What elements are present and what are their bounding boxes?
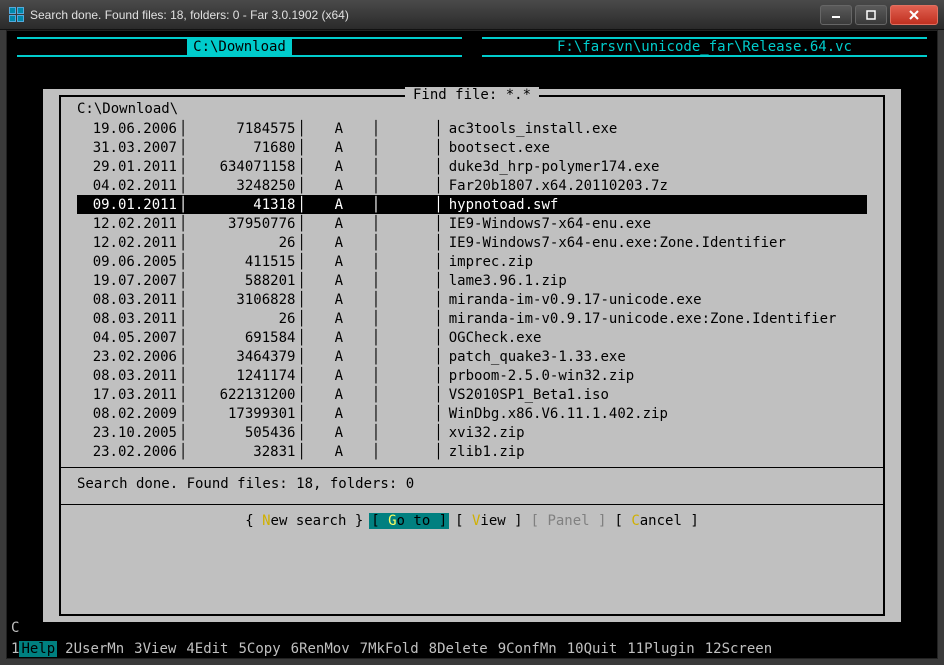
new-search-button[interactable]: { New search } bbox=[243, 513, 365, 529]
app-icon bbox=[8, 7, 24, 23]
keybar-num: 8 bbox=[429, 641, 437, 657]
result-row[interactable]: 12.02.2011│26│A││IE9-Windows7-x64-enu.ex… bbox=[77, 233, 867, 252]
panel-button[interactable]: [ Panel ] bbox=[529, 513, 609, 529]
result-row[interactable]: 09.06.2005│411515│A││imprec.zip bbox=[77, 252, 867, 271]
window-titlebar: Search done. Found files: 18, folders: 0… bbox=[0, 0, 944, 30]
result-row[interactable]: 12.02.2011│37950776│A││IE9-Windows7-x64-… bbox=[77, 214, 867, 233]
result-row[interactable]: 08.03.2011│26│A││miranda-im-v0.9.17-unic… bbox=[77, 309, 867, 328]
keybar-num: 2 bbox=[65, 641, 73, 657]
keybar-label-plugin[interactable]: Plugin bbox=[644, 641, 705, 657]
keybar-label-delete[interactable]: Delete bbox=[437, 641, 498, 657]
separator bbox=[61, 504, 883, 505]
keybar-label-renmov[interactable]: RenMov bbox=[299, 641, 360, 657]
minimize-button[interactable] bbox=[820, 5, 852, 25]
keybar-label-screen[interactable]: Screen bbox=[722, 641, 783, 657]
result-row[interactable]: 08.03.2011│1241174│A││prboom-2.5.0-win32… bbox=[77, 366, 867, 385]
function-key-bar: 1Help 2UserMn3View4Edit5Copy6RenMov7MkFol… bbox=[7, 639, 937, 658]
left-panel-tab[interactable]: C:\Download bbox=[17, 37, 462, 57]
result-row[interactable]: 04.05.2007│691584│A││OGCheck.exe bbox=[77, 328, 867, 347]
result-row[interactable]: 29.01.2011│634071158│A││duke3d_hrp-polym… bbox=[77, 157, 867, 176]
dialog-title: Find file: *.* bbox=[405, 87, 539, 103]
keybar-label-edit[interactable]: Edit bbox=[195, 641, 239, 657]
result-row[interactable]: 19.07.2007│588201│A││lame3.96.1.zip bbox=[77, 271, 867, 290]
search-path: C:\Download\ bbox=[61, 101, 883, 119]
keybar-label-confmn[interactable]: ConfMn bbox=[506, 641, 567, 657]
goto-button[interactable]: [ Go to ] bbox=[369, 513, 449, 529]
separator bbox=[61, 467, 883, 468]
keybar-num: 1 bbox=[11, 641, 19, 657]
result-row[interactable]: 19.06.2006│7184575│A││ac3tools_install.e… bbox=[77, 119, 867, 138]
result-row[interactable]: 04.02.2011│3248250│A││Far20b1807.x64.201… bbox=[77, 176, 867, 195]
result-row[interactable]: 09.01.2011│41318│A││hypnotoad.swf bbox=[77, 195, 867, 214]
left-panel-path: C:\Download bbox=[187, 39, 292, 55]
keybar-num: 5 bbox=[238, 641, 246, 657]
status-line: Search done. Found files: 18, folders: 0 bbox=[61, 474, 883, 498]
keybar-label-copy[interactable]: Copy bbox=[247, 641, 291, 657]
maximize-button[interactable] bbox=[855, 5, 887, 25]
keybar-num: 12 bbox=[705, 641, 722, 657]
cancel-button[interactable]: [ Cancel ] bbox=[612, 513, 700, 529]
keybar-num: 10 bbox=[567, 641, 584, 657]
dialog-button-row: { New search } [ Go to ] [ View ] [ Pane… bbox=[61, 511, 883, 533]
results-list: 19.06.2006│7184575│A││ac3tools_install.e… bbox=[61, 119, 883, 461]
result-row[interactable]: 08.03.2011│3106828│A││miranda-im-v0.9.17… bbox=[77, 290, 867, 309]
view-button[interactable]: [ View ] bbox=[453, 513, 524, 529]
right-panel-path: F:\farsvn\unicode_far\Release.64.vc bbox=[551, 39, 858, 55]
keybar-label-quit[interactable]: Quit bbox=[584, 641, 628, 657]
keybar-num: 4 bbox=[186, 641, 194, 657]
keybar-label-mkfold[interactable]: MkFold bbox=[368, 641, 429, 657]
command-prompt[interactable]: C bbox=[11, 620, 19, 636]
keybar-label-help[interactable]: Help bbox=[19, 641, 57, 657]
result-row[interactable]: 23.02.2006│3464379│A││patch_quake3-1.33.… bbox=[77, 347, 867, 366]
result-row[interactable]: 08.02.2009│17399301│A││WinDbg.x86.V6.11.… bbox=[77, 404, 867, 423]
keybar-num: 11 bbox=[627, 641, 644, 657]
console-area: C:\Download F:\farsvn\unicode_far\Releas… bbox=[6, 30, 938, 659]
keybar-num: 6 bbox=[291, 641, 299, 657]
find-file-dialog: Find file: *.* C:\Download\ 19.06.2006│7… bbox=[43, 89, 901, 622]
keybar-label-usermn[interactable]: UserMn bbox=[74, 641, 135, 657]
result-row[interactable]: 17.03.2011│622131200│A││VS2010SP1_Beta1.… bbox=[77, 385, 867, 404]
result-row[interactable]: 23.02.2006│32831│A││zlib1.zip bbox=[77, 442, 867, 461]
result-row[interactable]: 31.03.2007│71680│A││bootsect.exe bbox=[77, 138, 867, 157]
window-title: Search done. Found files: 18, folders: 0… bbox=[30, 8, 820, 22]
keybar-num: 7 bbox=[360, 641, 368, 657]
keybar-label-view[interactable]: View bbox=[143, 641, 187, 657]
keybar-num: 3 bbox=[134, 641, 142, 657]
keybar-num: 9 bbox=[498, 641, 506, 657]
close-button[interactable] bbox=[890, 5, 938, 25]
result-row[interactable]: 23.10.2005│505436│A││xvi32.zip bbox=[77, 423, 867, 442]
right-panel-tab[interactable]: F:\farsvn\unicode_far\Release.64.vc bbox=[482, 37, 927, 57]
